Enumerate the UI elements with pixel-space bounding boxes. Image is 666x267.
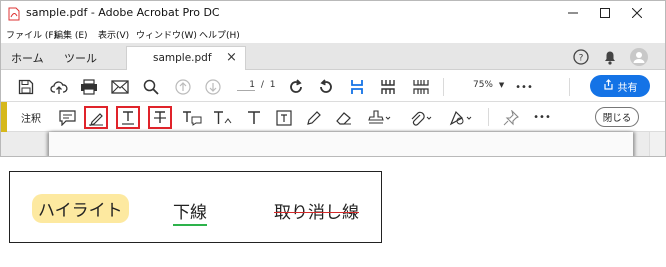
shapes-tool[interactable] [446, 106, 476, 129]
acrobat-window: sample.pdf - Adobe Acrobat Pro DC ファイル (… [0, 0, 666, 157]
rotate-counterclockwise-icon[interactable] [315, 76, 337, 98]
vertical-scrollbar[interactable] [649, 132, 665, 156]
minimize-button[interactable] [558, 4, 588, 22]
rotate-clockwise-icon[interactable] [285, 76, 307, 98]
mail-icon[interactable] [109, 76, 131, 98]
pdf-page [49, 132, 633, 156]
chevron-down-icon: ▼ [498, 81, 505, 89]
document-tab-label: sample.pdf [153, 52, 212, 64]
attach-file-tool[interactable] [406, 106, 436, 129]
share-button[interactable]: 共有 [590, 75, 650, 97]
toolbar-divider [569, 78, 570, 96]
next-page-icon[interactable] [202, 76, 224, 98]
close-tab-icon[interactable]: × [226, 50, 237, 65]
menu-edit[interactable]: 編集 (E) [54, 28, 88, 41]
page-separator: / [260, 80, 264, 90]
save-icon[interactable] [15, 76, 37, 98]
page-indicator[interactable]: 1 / 1 [237, 80, 276, 91]
pencil-tool[interactable] [302, 106, 326, 129]
fit-page-icon[interactable] [346, 76, 368, 98]
underline-example: 下線 [173, 198, 207, 226]
window-title: sample.pdf - Adobe Acrobat Pro DC [26, 6, 220, 19]
menu-window[interactable]: ウィンドウ(W) [136, 28, 197, 41]
menu-bar: ファイル (F) 編集 (E) 表示(V) ウィンドウ(W) ヘルプ(H) [1, 25, 665, 43]
more-tools-icon[interactable]: ••• [513, 76, 535, 98]
print-icon[interactable] [78, 76, 100, 98]
comment-toolbar: 注釈 ••• 閉じる [1, 102, 665, 132]
stamp-tool[interactable] [365, 106, 395, 129]
add-text-tool[interactable] [242, 106, 266, 129]
markup-example-box: ハイライト 下線 取り消し線 [9, 171, 382, 243]
notification-bell-icon[interactable] [600, 47, 620, 67]
tab-tools[interactable]: ツール [64, 50, 97, 66]
tab-document[interactable]: sample.pdf × [126, 46, 246, 70]
zoom-level-select[interactable]: 75% ▼ [463, 80, 504, 90]
search-icon[interactable] [140, 76, 162, 98]
close-comment-toolbar-button[interactable]: 閉じる [595, 107, 639, 127]
page-view-mode-icon[interactable] [377, 76, 399, 98]
previous-page-icon[interactable] [172, 76, 194, 98]
help-icon[interactable]: ? [571, 47, 591, 67]
insert-text-tool[interactable] [211, 106, 235, 129]
underline-tool[interactable] [116, 106, 140, 129]
menu-file[interactable]: ファイル (F) [6, 28, 57, 41]
title-bar: sample.pdf - Adobe Acrobat Pro DC [1, 1, 665, 25]
pin-icon[interactable] [499, 106, 523, 129]
scroll-mode-icon[interactable] [410, 76, 432, 98]
menu-help[interactable]: ヘルプ(H) [199, 28, 240, 41]
share-icon [603, 79, 614, 93]
cloud-upload-icon[interactable] [48, 76, 70, 98]
menu-view[interactable]: 表示(V) [98, 28, 129, 41]
text-box-tool[interactable] [272, 106, 296, 129]
comment-accent-bar [1, 102, 7, 132]
tab-home[interactable]: ホーム [11, 50, 44, 66]
page-current[interactable]: 1 [237, 80, 255, 91]
sticky-note-tool[interactable] [55, 106, 79, 129]
svg-text:?: ? [579, 54, 584, 64]
highlight-example: ハイライト [32, 194, 129, 223]
comment-toolbar-divider [488, 108, 489, 126]
highlight-tool[interactable] [84, 106, 108, 129]
toolbar-divider [443, 78, 444, 96]
more-comment-tools-icon[interactable]: ••• [530, 106, 554, 129]
replace-text-tool[interactable] [180, 106, 204, 129]
strikethrough-tool[interactable] [148, 106, 172, 129]
close-window-button[interactable] [622, 4, 652, 22]
page-total: 1 [269, 80, 276, 90]
eraser-tool[interactable] [332, 106, 356, 129]
pdf-file-icon [8, 6, 20, 21]
comment-toolbar-label: 注釈 [21, 114, 41, 125]
strikethrough-example: 取り消し線 [274, 198, 359, 223]
tabs-row: ホーム ツール sample.pdf × ? [1, 43, 665, 70]
share-button-label: 共有 [617, 82, 638, 94]
user-avatar-icon[interactable] [629, 47, 649, 67]
main-toolbar: 1 / 1 75% ▼ ••• 共有 [1, 71, 665, 102]
maximize-button[interactable] [590, 4, 620, 22]
zoom-level-value: 75% [472, 80, 493, 90]
